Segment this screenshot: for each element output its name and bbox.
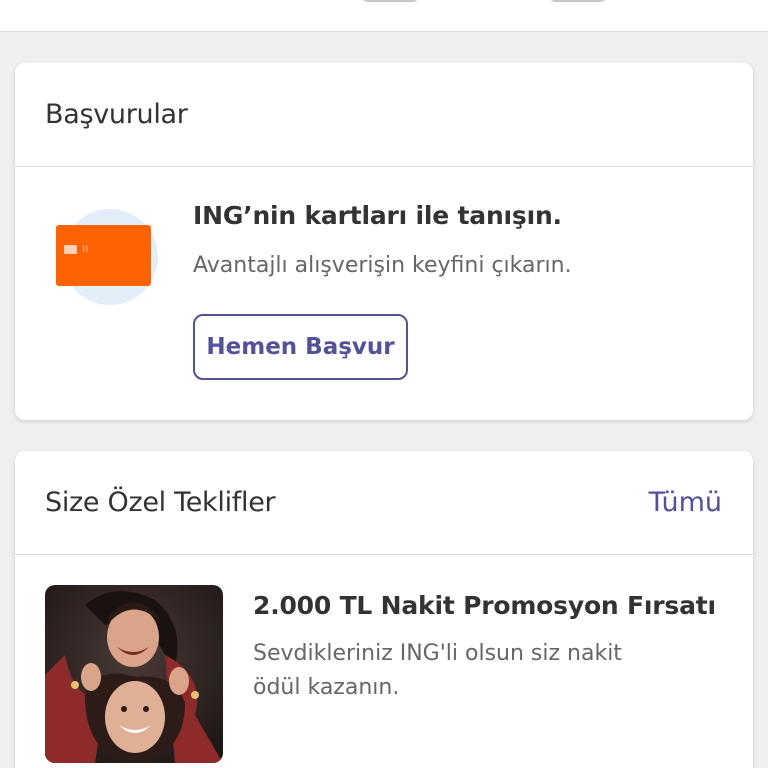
applications-title: Başvurular [45, 99, 188, 130]
applications-header: Başvurular [15, 63, 753, 167]
applications-card: Başvurular )) ING’nin kartları ile tanış… [15, 63, 753, 420]
apply-now-button[interactable]: Hemen Başvur [193, 314, 408, 380]
offer-title: 2.000 TL Nakit Promosyon Fırsatı [253, 591, 716, 620]
card-promo-title: ING’nin kartları ile tanışın. [193, 201, 562, 230]
offer-description: Sevdikleriniz ING'li olsun siz nakit ödü… [253, 641, 622, 700]
offers-title: Size Özel Teklifler [45, 487, 276, 518]
card-promo-subtitle: Avantajlı alışverişin keyfini çıkarın. [193, 253, 572, 278]
credit-card-icon: )) [56, 225, 151, 286]
header-tab-fragment [548, 0, 608, 2]
card-promo: )) ING’nin kartları ile tanışın. Avantaj… [15, 167, 753, 419]
card-chip-icon [64, 245, 77, 254]
offer-image [45, 585, 223, 763]
header-tab-fragment [360, 0, 420, 2]
offers-card: Size Özel Teklifler Tümü 2.000 TL Nakit … [15, 451, 753, 768]
offer-photo-illustration [45, 585, 223, 763]
contactless-icon: )) [82, 244, 89, 253]
top-header [0, 0, 768, 32]
see-all-link[interactable]: Tümü [649, 487, 722, 518]
offer-item[interactable]: 2.000 TL Nakit Promosyon Fırsatı Sevdikl… [15, 555, 753, 768]
offers-header: Size Özel Teklifler Tümü [15, 451, 753, 555]
